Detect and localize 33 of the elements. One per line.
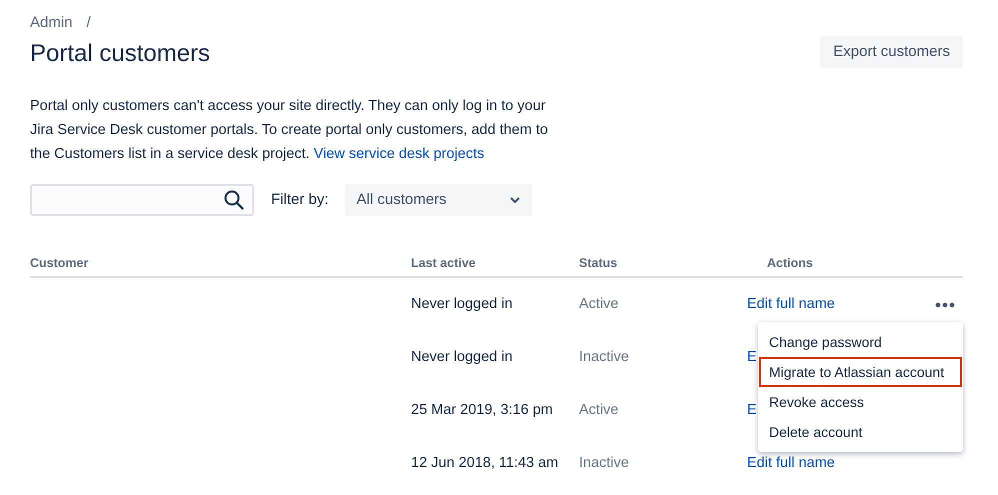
description-text: Portal only customers can't access your site directly. They can only log in to your Jira Service Desk customer portals. To create portal only customers, add them to the Customers list in a service desk project. View service desk projects — [30, 97, 549, 164]
status-text: Active — [579, 296, 618, 312]
filter-value: All customers — [356, 190, 447, 210]
column-header: Last active — [411, 256, 476, 270]
menu-item[interactable]: Delete account — [759, 417, 962, 447]
edit-name-link[interactable]: E — [747, 346, 757, 368]
table-cell: 25 Mar 2019, 3:16 pm — [411, 402, 553, 418]
edit-name-link[interactable]: Edit full name — [747, 452, 835, 474]
menu-item[interactable]: Revoke access — [759, 387, 962, 417]
edit-name-link[interactable]: Edit full name — [747, 294, 835, 316]
breadcrumb-link[interactable]: Admin — [30, 12, 73, 34]
menu-item[interactable]: Migrate to Atlassian account — [759, 357, 962, 387]
search-icon — [224, 190, 244, 210]
status-text: Inactive — [579, 454, 629, 471]
projects-link[interactable]: View service desk projects — [314, 146, 484, 162]
filter-label: Filter by: — [271, 190, 329, 210]
table-cell: 12 Jun 2018, 11:43 am — [411, 454, 558, 471]
breadcrumb-separator: / — [86, 12, 91, 33]
export-button[interactable]: Export customers — [820, 36, 963, 68]
table-cell: Never logged in — [411, 348, 513, 365]
menu-item[interactable]: Change password — [759, 327, 962, 357]
edit-name-link[interactable]: E — [747, 400, 757, 422]
page-title: Portal customers — [30, 39, 210, 69]
chevron-down-icon — [510, 197, 520, 203]
column-header: Actions — [767, 256, 813, 270]
status-text: Inactive — [579, 348, 629, 365]
column-header: Customer — [30, 256, 88, 270]
column-header: Status — [579, 256, 618, 270]
more-icon[interactable] — [935, 302, 955, 308]
table-cell: Never logged in — [411, 296, 513, 312]
status-text: Active — [579, 402, 618, 418]
filter-dropdown[interactable]: All customers — [344, 184, 532, 216]
search-field[interactable] — [30, 184, 254, 216]
